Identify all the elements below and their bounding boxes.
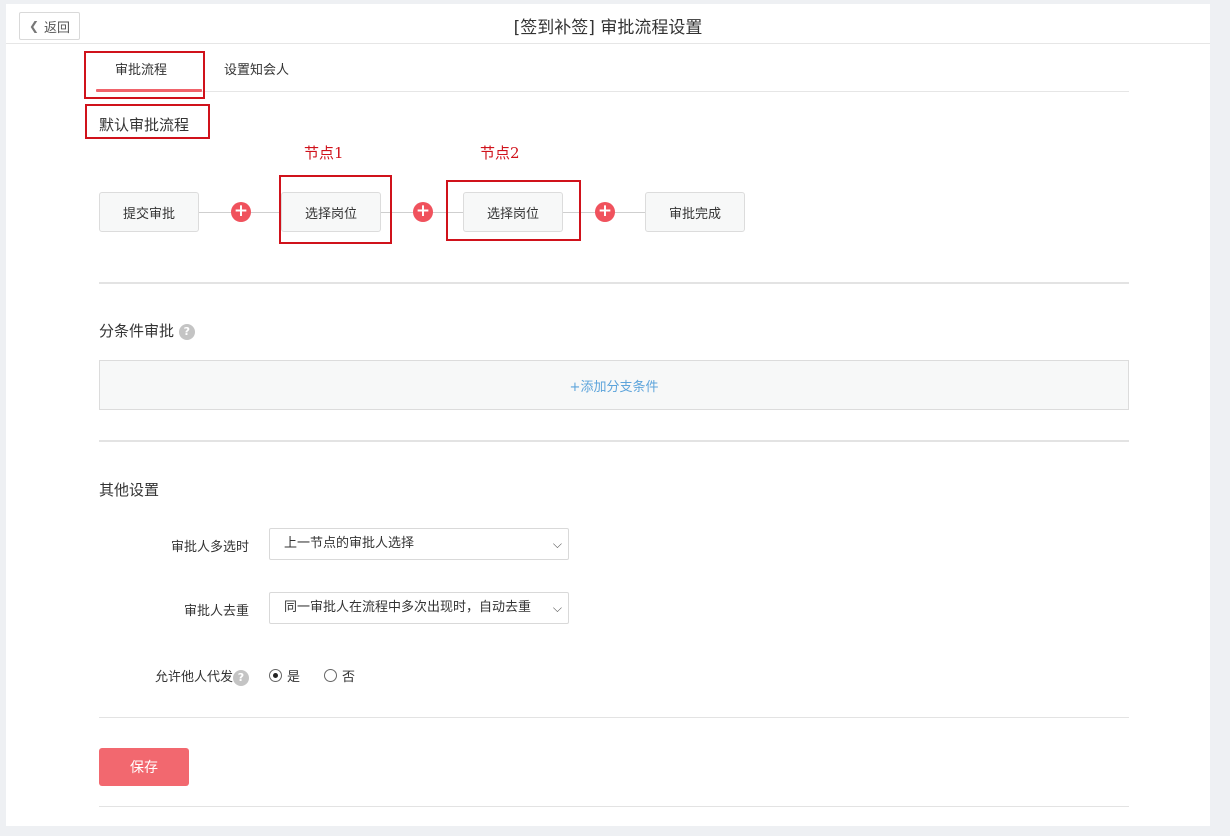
conditional-title-label: 分条件审批	[99, 322, 175, 340]
add-node-plus-icon[interactable]: +	[595, 202, 615, 222]
scrollbar-track[interactable]	[1210, 0, 1230, 836]
multi-select-label: 审批人多选时	[170, 540, 249, 555]
divider	[99, 282, 1129, 284]
tab-bar: 审批流程 设置知会人	[99, 44, 1129, 92]
allow-proxy-label: 允许他人代发?	[99, 666, 249, 686]
help-icon[interactable]: ?	[233, 669, 249, 686]
add-node-plus-icon[interactable]: +	[413, 202, 433, 222]
header: ❮ 返回 [签到补签] 审批流程设置	[6, 4, 1210, 44]
divider	[99, 806, 1129, 807]
page-title: [签到补签] 审批流程设置	[513, 18, 703, 38]
annotation-node-1: 节点1	[304, 144, 344, 162]
default-flow-title: 默认审批流程	[99, 116, 190, 134]
radio-checked-icon	[269, 669, 282, 682]
radio-no-label: 否	[342, 670, 356, 685]
radio-yes[interactable]: 是	[269, 666, 300, 685]
other-settings-title: 其他设置	[99, 481, 160, 499]
allow-proxy-label-text: 允许他人代发	[154, 670, 233, 685]
radio-yes-label: 是	[287, 670, 301, 685]
dedupe-value: 同一审批人在流程中多次出现时，自动去重	[284, 600, 532, 615]
dedupe-dropdown[interactable]: 同一审批人在流程中多次出现时，自动去重 ⌵	[269, 592, 569, 624]
radio-no[interactable]: 否	[324, 666, 355, 685]
tab-approval-flow[interactable]: 审批流程	[115, 59, 167, 78]
divider	[99, 440, 1129, 442]
add-branch-button[interactable]: +添加分支条件	[99, 360, 1129, 410]
radio-unchecked-icon	[324, 669, 337, 682]
node-submit: 提交审批	[99, 192, 199, 232]
dedupe-label: 审批人去重	[183, 604, 249, 619]
chevron-down-icon: ⌵	[550, 593, 562, 623]
annotation-node-2: 节点2	[480, 144, 520, 162]
add-node-plus-icon[interactable]: +	[231, 202, 251, 222]
tab-notify-settings[interactable]: 设置知会人	[224, 59, 289, 78]
conditional-title: 分条件审批 ?	[99, 320, 195, 341]
chevron-down-icon: ⌵	[552, 537, 562, 551]
help-icon[interactable]: ?	[178, 323, 195, 340]
divider	[99, 717, 1129, 718]
active-tab-indicator	[96, 89, 202, 92]
multi-select-value: 上一节点的审批人选择	[284, 536, 415, 551]
node-select-position-2[interactable]: 选择岗位	[463, 192, 563, 232]
multi-select-dropdown[interactable]: 上一节点的审批人选择 ⌵	[269, 528, 569, 560]
page: ❮ 返回 [签到补签] 审批流程设置 审批流程 设置知会人 默认审批流程 节点1…	[6, 4, 1210, 826]
save-button[interactable]: 保存	[99, 748, 189, 786]
node-complete: 审批完成	[645, 192, 745, 232]
node-select-position-1[interactable]: 选择岗位	[281, 192, 381, 232]
